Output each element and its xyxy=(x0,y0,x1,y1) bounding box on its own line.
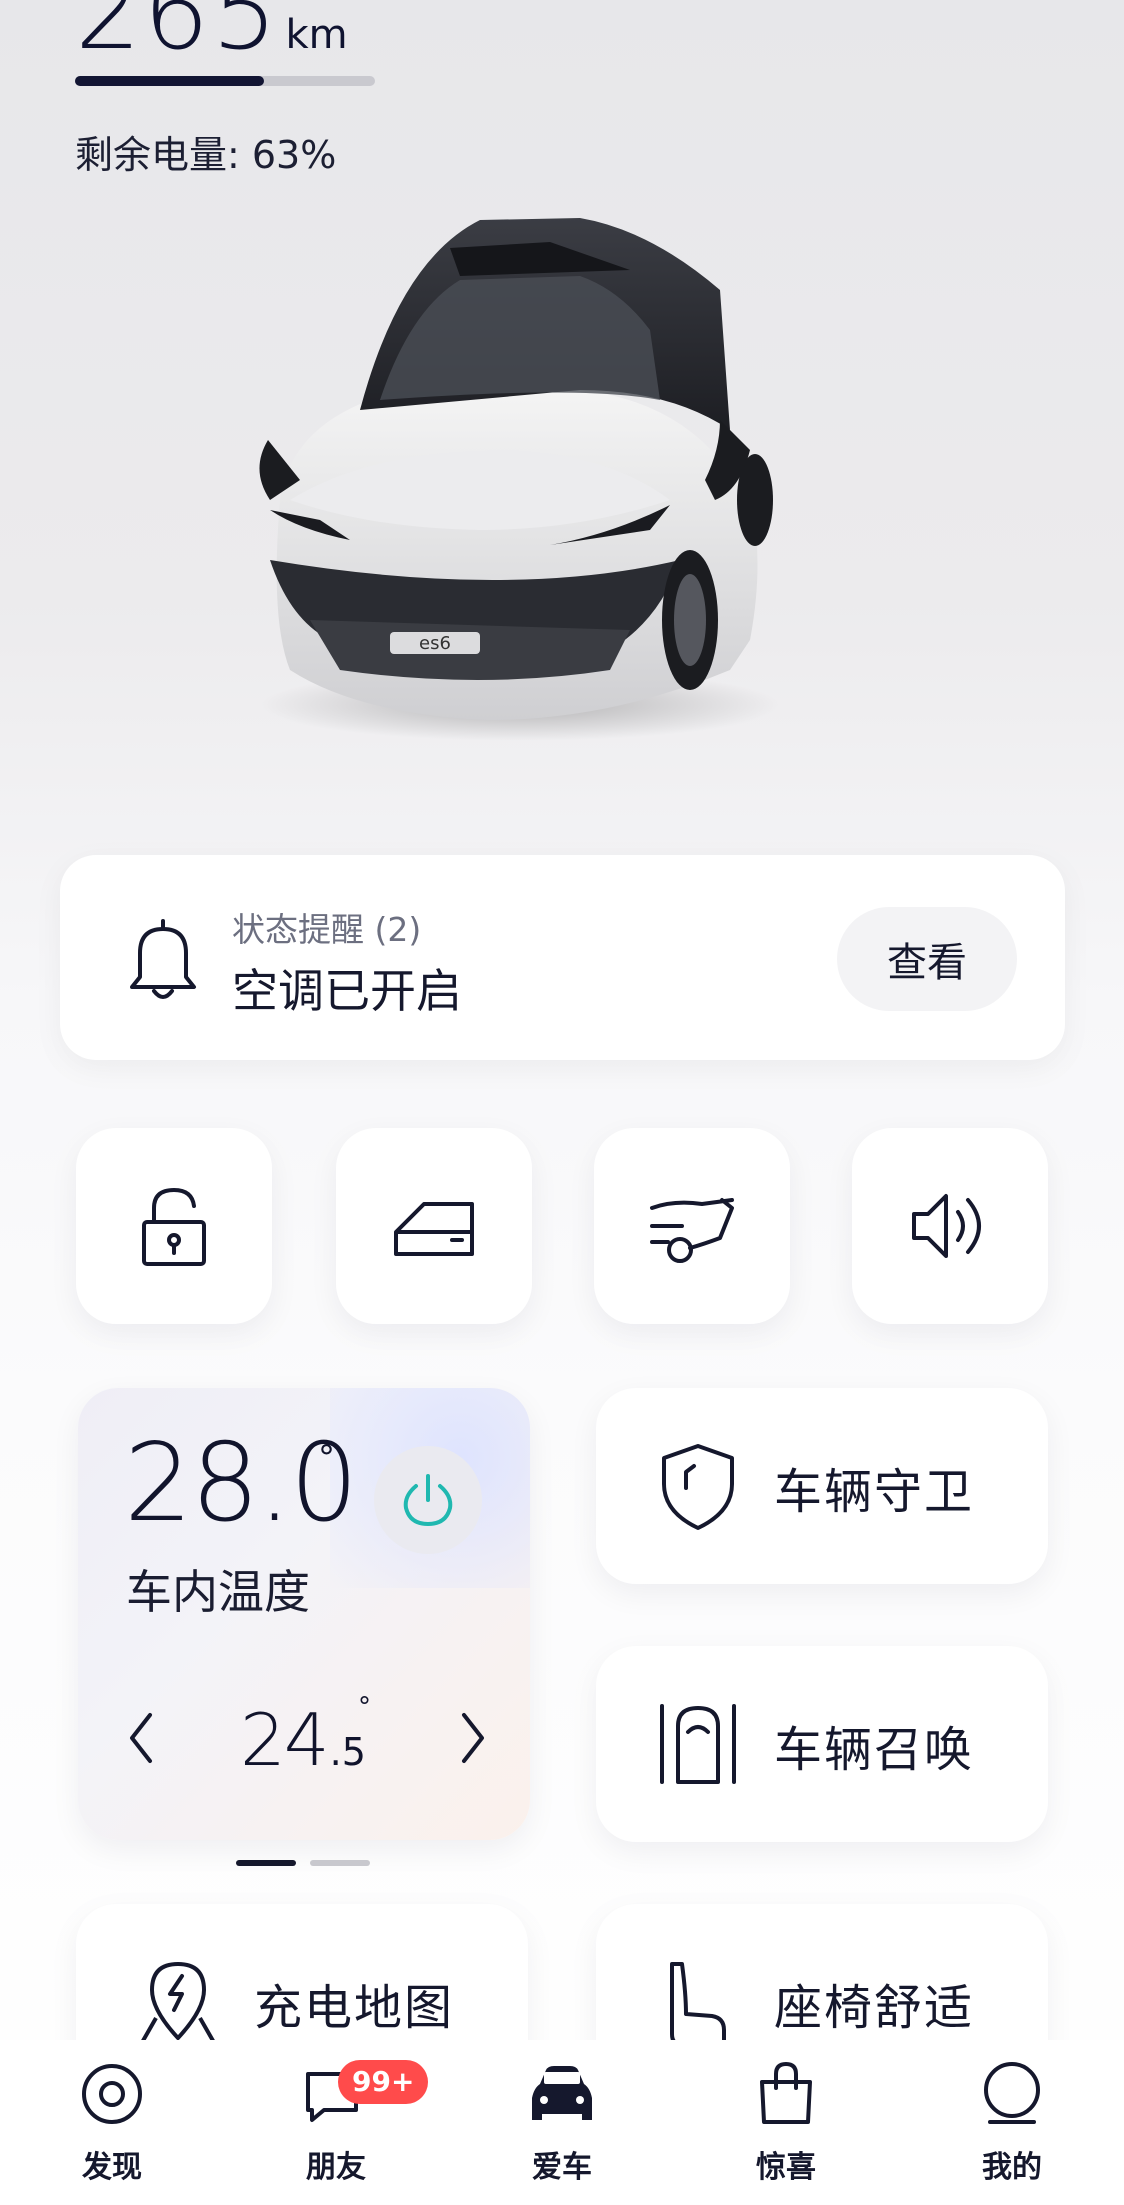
range-progress-bar xyxy=(75,76,375,86)
speaker-icon xyxy=(912,1194,981,1258)
svg-text:es6: es6 xyxy=(419,633,451,654)
range-unit: km xyxy=(285,12,348,58)
tab-discover[interactable]: 发现 xyxy=(32,2058,192,2198)
trunk-button[interactable] xyxy=(594,1128,790,1324)
chevron-right-icon xyxy=(462,1713,484,1763)
climate-card[interactable]: 28.0 ° 车内温度 24 .5 ° xyxy=(78,1388,530,1840)
charging-map-pin-icon xyxy=(138,1962,218,2048)
set-temperature-integer: 24 xyxy=(240,1698,330,1782)
seat-icon xyxy=(670,1962,726,2046)
profile-icon xyxy=(984,2062,1040,2124)
seat-comfort-label: 座椅舒适 xyxy=(774,1980,975,2036)
shopping-bag-icon xyxy=(760,2061,812,2124)
padlock-icon xyxy=(142,1187,206,1266)
pager-indicator-active xyxy=(236,1860,296,1866)
decrease-temperature-button[interactable] xyxy=(116,1708,166,1768)
range-progress-fill xyxy=(75,76,264,86)
increase-temperature-button[interactable] xyxy=(448,1708,498,1768)
tab-surprise[interactable]: 惊喜 xyxy=(706,2058,866,2198)
vehicle-guard-card[interactable]: 车辆守卫 xyxy=(596,1388,1048,1584)
tab-surprise-label: 惊喜 xyxy=(756,2150,816,2185)
view-status-button[interactable]: 查看 xyxy=(837,907,1017,1011)
tab-discover-label: 发现 xyxy=(82,2150,142,2185)
vehicle-summon-label: 车辆召唤 xyxy=(774,1722,975,1778)
car-icon xyxy=(532,2066,592,2120)
friends-badge: 99+ xyxy=(338,2060,429,2104)
tailgate-icon xyxy=(650,1198,734,1263)
battery-level-text: 剩余电量: 63% xyxy=(75,133,337,177)
status-reminder-card[interactable]: 状态提醒 (2) 空调已开启 查看 xyxy=(60,855,1065,1060)
tab-friends-label: 朋友 xyxy=(306,2150,366,2185)
charging-map-label: 充电地图 xyxy=(254,1980,455,2036)
tab-my-car-label: 爱车 xyxy=(532,2150,592,2185)
climate-power-button[interactable] xyxy=(374,1446,482,1554)
cabin-temperature-degree: ° xyxy=(318,1438,335,1478)
range-display: 265 km xyxy=(75,0,348,64)
tab-friends[interactable]: 朋友 99+ xyxy=(256,2058,429,2198)
horn-button[interactable] xyxy=(852,1128,1048,1324)
bottom-tab-bar: 发现 朋友 99+ 爱车 惊喜 我的 xyxy=(0,2040,1124,2205)
car-door-icon xyxy=(394,1202,474,1256)
pager-indicator-inactive xyxy=(310,1860,370,1866)
lock-button[interactable] xyxy=(76,1128,272,1324)
tab-profile[interactable]: 我的 xyxy=(932,2058,1092,2198)
cabin-temperature-label: 车内温度 xyxy=(126,1565,310,1619)
tab-profile-label: 我的 xyxy=(982,2150,1042,2185)
bell-icon xyxy=(130,919,196,999)
set-temperature-decimal: .5 xyxy=(329,1730,366,1774)
status-reminder-subtitle: 状态提醒 (2) xyxy=(232,910,422,949)
door-button[interactable] xyxy=(336,1128,532,1324)
status-reminder-message: 空调已开启 xyxy=(232,964,462,1018)
vehicle-guard-label: 车辆守卫 xyxy=(774,1464,975,1520)
set-temperature: 24 .5 ° xyxy=(240,1692,371,1782)
discover-icon xyxy=(82,2064,142,2124)
set-temperature-degree: ° xyxy=(358,1692,371,1722)
tab-my-car[interactable]: 爱车 xyxy=(482,2058,642,2198)
car-image[interactable]: es6 xyxy=(250,200,810,760)
shield-icon xyxy=(662,1444,734,1530)
vehicle-summon-card[interactable]: 车辆召唤 xyxy=(596,1646,1048,1842)
power-icon xyxy=(403,1474,453,1527)
chevron-left-icon xyxy=(130,1713,152,1763)
range-value: 265 xyxy=(75,0,280,73)
summon-icon xyxy=(660,1704,736,1784)
